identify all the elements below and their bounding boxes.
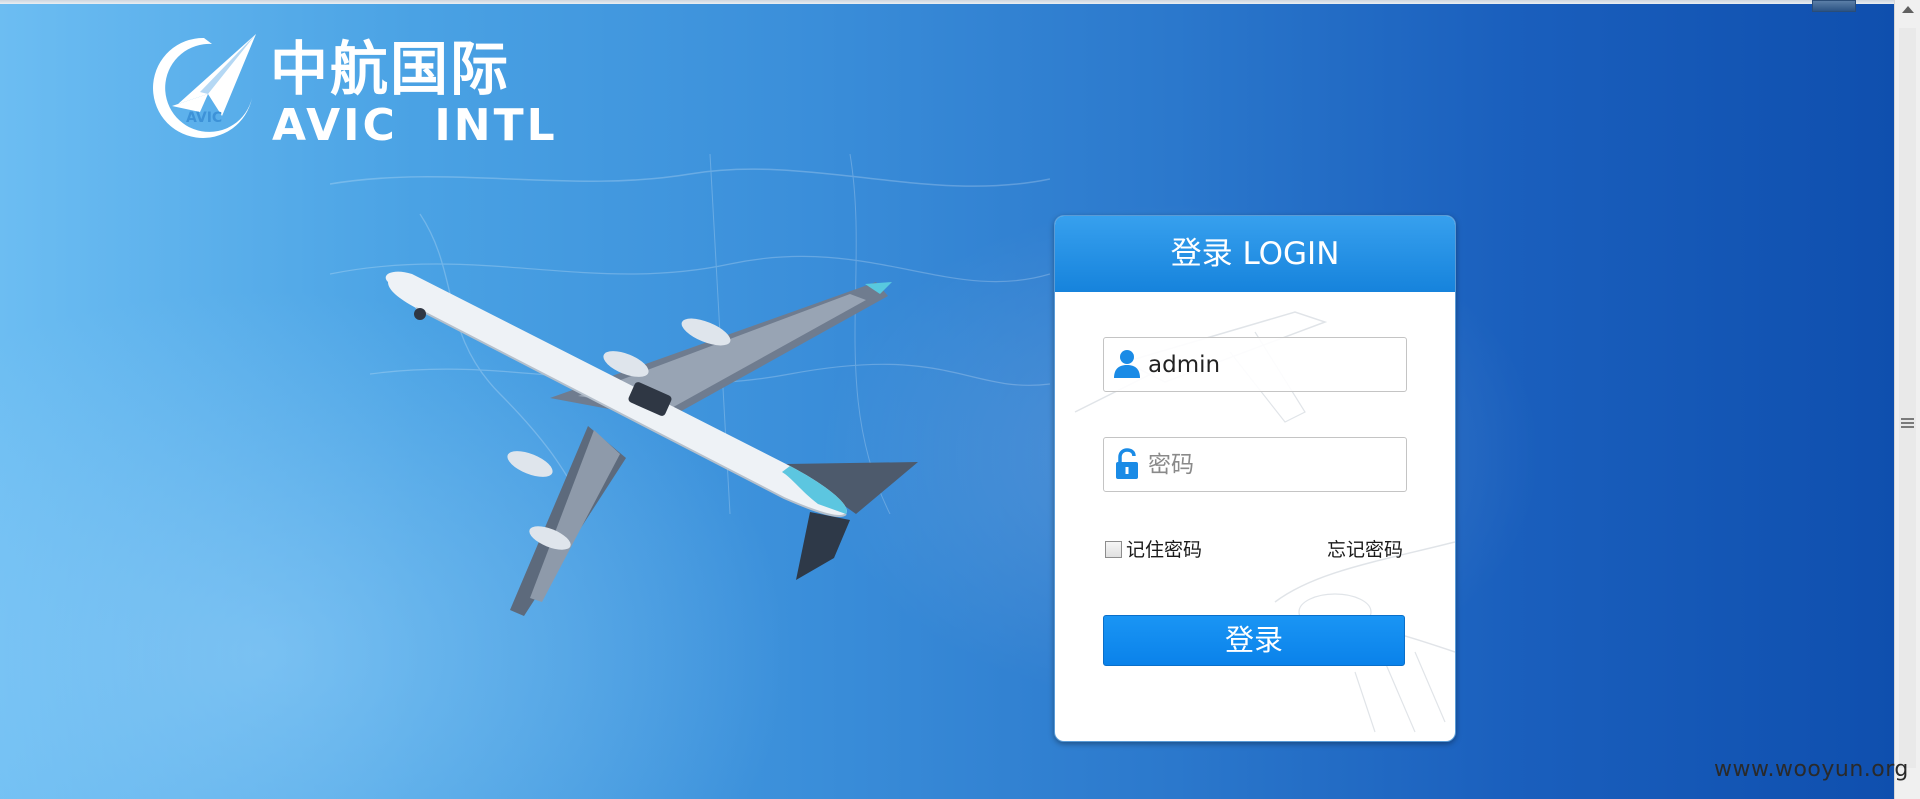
scroll-track[interactable] <box>1899 28 1916 768</box>
username-field <box>1103 337 1407 392</box>
vertical-scrollbar[interactable] <box>1894 0 1920 799</box>
watermark-text: www.wooyun.org <box>1714 757 1909 782</box>
login-submit-button[interactable]: 登录 <box>1103 615 1405 666</box>
brand-chinese-name: 中航国际 <box>270 35 511 103</box>
login-title: 登录 LOGIN <box>1055 216 1455 292</box>
user-icon <box>1114 350 1140 378</box>
username-input[interactable] <box>1148 338 1398 391</box>
logo-mark-text: AVIC <box>186 110 222 126</box>
scroll-grip-icon[interactable] <box>1901 418 1914 430</box>
remember-password-checkbox[interactable] <box>1105 541 1122 558</box>
lock-icon <box>1116 448 1138 479</box>
avic-plane-logo-icon: AVIC <box>153 34 256 138</box>
password-field <box>1103 437 1407 492</box>
corner-tab <box>1812 0 1856 12</box>
scroll-up-arrow-icon[interactable] <box>1902 6 1914 13</box>
avic-logo: AVIC 中航国际 AVIC INTL <box>148 32 555 150</box>
remember-password-label[interactable]: 记住密码 <box>1126 538 1202 562</box>
airplane-illustration <box>385 271 918 616</box>
forgot-password-link[interactable]: 忘记密码 <box>1327 538 1403 562</box>
brand-english-name: AVIC INTL <box>272 100 558 151</box>
login-page: AVIC 中航国际 AVIC INTL 登录 LOGIN admin 记住密码 … <box>0 0 1920 799</box>
password-input[interactable] <box>1148 438 1398 491</box>
login-panel: 登录 LOGIN 记住密码 忘记密 <box>1054 215 1456 742</box>
